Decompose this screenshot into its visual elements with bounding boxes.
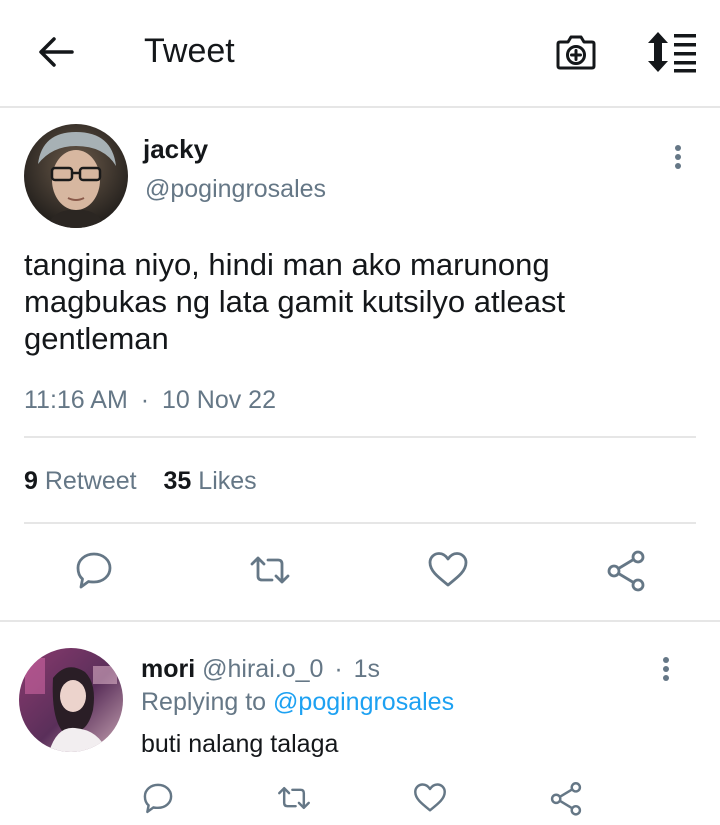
more-vertical-icon <box>663 657 669 681</box>
separator-dot: · <box>334 655 343 683</box>
more-vertical-icon <box>675 145 681 169</box>
camera-button[interactable] <box>552 28 600 76</box>
share-button[interactable] <box>604 548 648 592</box>
likes-label: Likes <box>198 467 257 495</box>
page-title: Tweet <box>144 32 235 70</box>
retweet-label: Retweet <box>44 467 137 495</box>
replying-prefix: Replying to <box>141 688 267 716</box>
tweet-time: 11:16 AM <box>24 386 128 414</box>
replying-to: Replying to @pogingrosales <box>141 688 454 717</box>
sort-icon <box>648 32 696 73</box>
tweet-detail: jacky @pogingrosales tangina niyo, hindi… <box>0 108 720 620</box>
reply-icon <box>143 783 173 814</box>
retweet-stat[interactable]: 9 Retweet <box>24 467 144 495</box>
reply-header: mori @hirai.o_0 · 1s <box>141 655 380 684</box>
tweet-stats: 9 Retweet 35 Likes <box>24 467 257 496</box>
reply-retweet-button[interactable] <box>276 780 312 816</box>
divider <box>0 620 720 622</box>
likes-count: 35 <box>163 467 192 495</box>
tweet-text: tangina niyo, hindi man ako marunong mag… <box>24 247 566 356</box>
mention-link[interactable]: @pogingrosales <box>273 688 454 716</box>
avatar[interactable] <box>24 124 128 228</box>
retweet-count: 9 <box>24 467 38 495</box>
arrow-left-icon <box>39 37 74 67</box>
back-button[interactable] <box>36 34 76 70</box>
avatar-image <box>24 124 128 228</box>
camera-plus-icon <box>556 35 596 70</box>
share-icon <box>607 550 645 592</box>
separator-dot: · <box>140 386 150 414</box>
more-options-button[interactable] <box>668 140 688 180</box>
reply-handle[interactable]: @hirai.o_0 <box>202 655 323 683</box>
display-name[interactable]: jacky <box>143 134 208 165</box>
reply-more-options-button[interactable] <box>656 652 676 692</box>
tweet-timestamp: 11:16 AM · 10 Nov 22 <box>24 386 276 415</box>
divider <box>24 522 696 524</box>
sort-button[interactable] <box>644 28 700 76</box>
like-icon <box>428 552 468 587</box>
reply-share-button[interactable] <box>548 780 584 816</box>
reply-age: 1s <box>353 655 381 683</box>
like-button[interactable] <box>426 548 470 592</box>
reply-avatar[interactable] <box>19 648 123 752</box>
user-handle[interactable]: @pogingrosales <box>145 175 326 204</box>
share-icon <box>550 782 582 816</box>
likes-stat[interactable]: 35 Likes <box>164 467 257 495</box>
reply-like-button[interactable] <box>412 780 448 816</box>
reply-button[interactable] <box>72 548 116 592</box>
reply-icon <box>76 552 112 589</box>
divider <box>24 436 696 438</box>
reply-text: buti nalang talaga <box>141 730 339 758</box>
avatar-image <box>19 648 123 752</box>
retweet-button[interactable] <box>248 548 292 592</box>
reply-reply-button[interactable] <box>140 780 176 816</box>
like-icon <box>414 783 446 812</box>
retweet-icon <box>250 556 290 584</box>
reply-display-name[interactable]: mori <box>141 655 195 683</box>
retweet-icon <box>278 786 310 810</box>
tweet-date: 10 Nov 22 <box>162 386 276 414</box>
top-app-bar: Tweet <box>0 0 720 108</box>
